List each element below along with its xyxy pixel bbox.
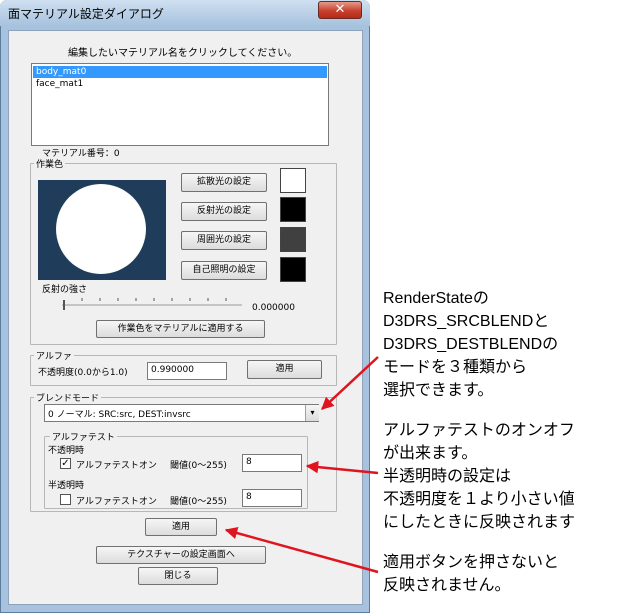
alpha-test-note: アルファテストのオンオフ が出来ます。 半透明時の設定は 不透明度を１より小さい…: [383, 422, 576, 531]
apply-note-arrow: [224, 526, 379, 574]
blend-mode-note: RenderStateの D3DRS_SRCBLENDと D3DRS_DESTB…: [383, 290, 559, 399]
blend-note-arrow: [321, 356, 379, 410]
alpha-test-note-arrow: [305, 460, 379, 475]
apply-note: 適用ボタンを押さないと 反映されません。: [383, 554, 560, 594]
